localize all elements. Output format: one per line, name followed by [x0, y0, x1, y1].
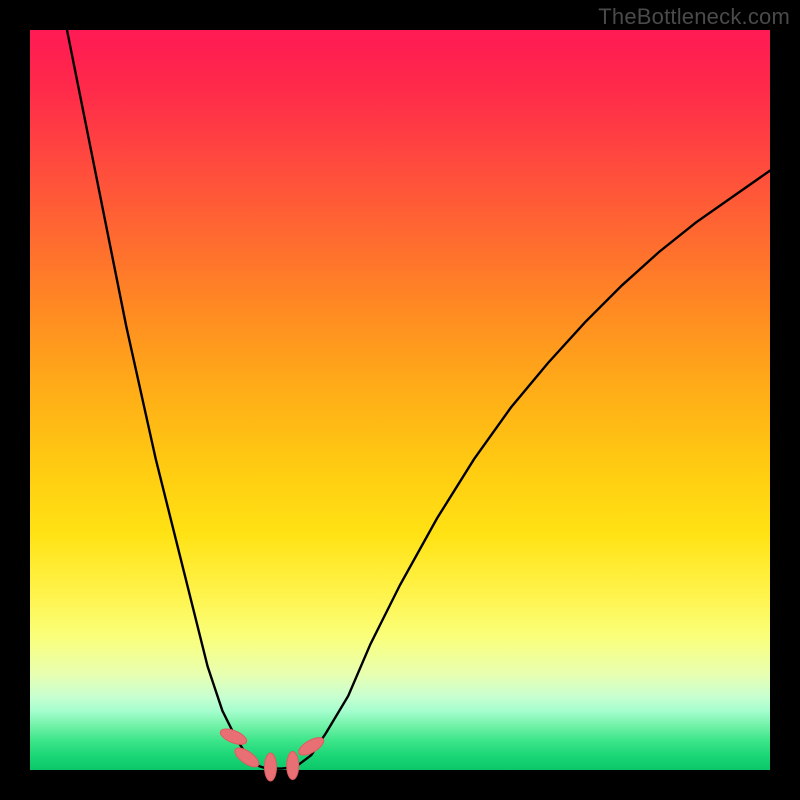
curve-marker [265, 753, 277, 781]
bottleneck-curve [67, 30, 770, 769]
curve-marker [232, 744, 262, 770]
curve-marker [218, 726, 248, 748]
plot-area [30, 30, 770, 770]
curve-svg [30, 30, 770, 770]
watermark-text: TheBottleneck.com [598, 4, 790, 30]
curve-marker [287, 752, 299, 780]
marker-layer [218, 726, 326, 781]
